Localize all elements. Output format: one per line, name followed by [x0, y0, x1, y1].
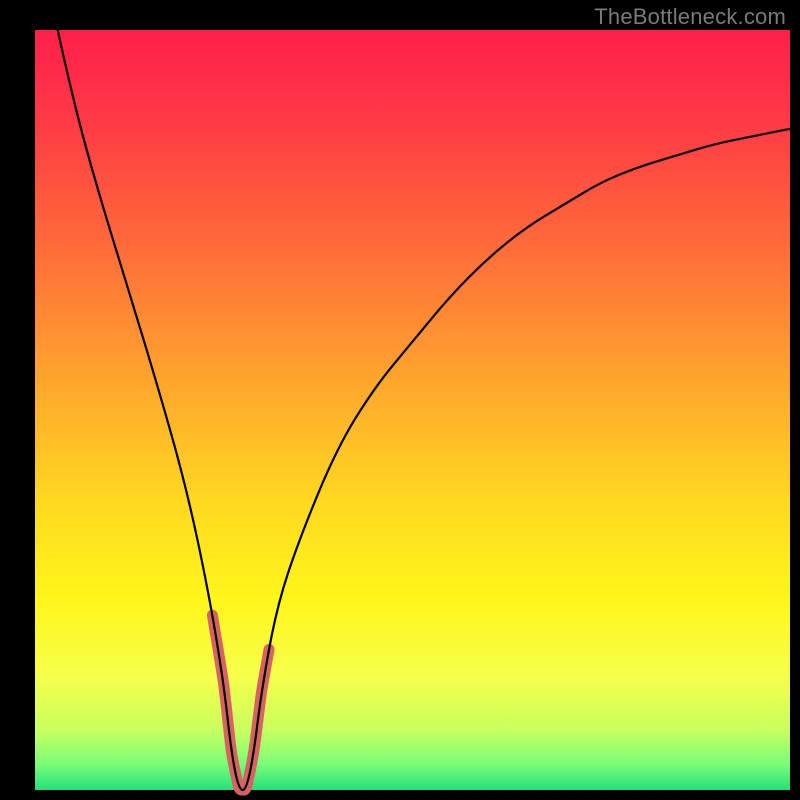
- bottleneck-chart: [0, 0, 800, 800]
- watermark-text: TheBottleneck.com: [594, 4, 786, 30]
- chart-frame: TheBottleneck.com: [0, 0, 800, 800]
- plot-background: [35, 30, 790, 790]
